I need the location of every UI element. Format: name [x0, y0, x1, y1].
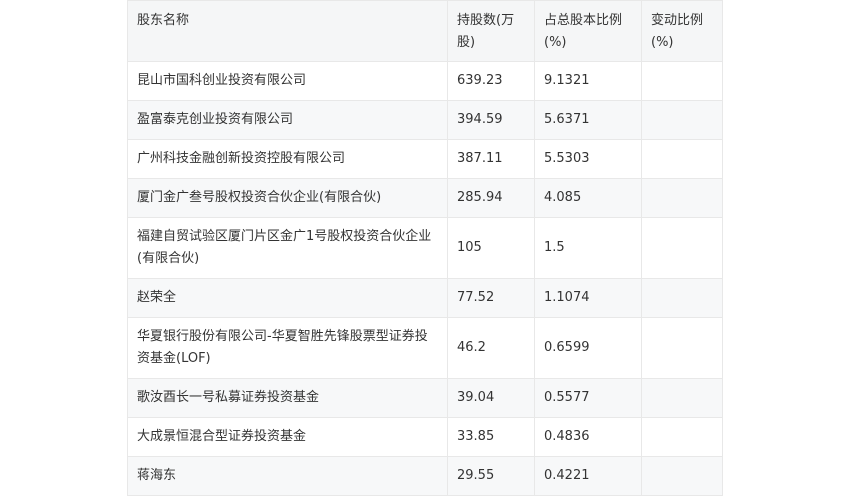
cell-ratio: 4.085	[534, 178, 642, 218]
cell-shareholder-name: 福建自贸试验区厦门片区金广1号股权投资合伙企业(有限合伙)	[127, 217, 448, 279]
table-row: 广州科技金融创新投资控股有限公司 387.11 5.5303	[127, 139, 723, 179]
cell-shares: 33.85	[447, 417, 535, 457]
header-shares: 持股数(万股)	[447, 0, 535, 62]
cell-shares: 77.52	[447, 278, 535, 318]
cell-change	[641, 100, 723, 140]
cell-ratio: 1.5	[534, 217, 642, 279]
cell-ratio: 9.1321	[534, 61, 642, 101]
cell-shareholder-name: 广州科技金融创新投资控股有限公司	[127, 139, 448, 179]
cell-change	[641, 139, 723, 179]
cell-shareholder-name: 赵荣全	[127, 278, 448, 318]
cell-shares: 639.23	[447, 61, 535, 101]
cell-shareholder-name: 大成景恒混合型证券投资基金	[127, 417, 448, 457]
table-row: 厦门金广叁号股权投资合伙企业(有限合伙) 285.94 4.085	[127, 178, 723, 218]
cell-shareholder-name: 华夏银行股份有限公司-华夏智胜先锋股票型证券投资基金(LOF)	[127, 317, 448, 379]
table-header-row: 股东名称 持股数(万股) 占总股本比例(%) 变动比例(%)	[127, 0, 723, 62]
cell-ratio: 0.5577	[534, 378, 642, 418]
table-row: 歌汝酉长一号私募证券投资基金 39.04 0.5577	[127, 378, 723, 418]
cell-ratio: 0.4836	[534, 417, 642, 457]
table-row: 华夏银行股份有限公司-华夏智胜先锋股票型证券投资基金(LOF) 46.2 0.6…	[127, 317, 723, 379]
table-row: 大成景恒混合型证券投资基金 33.85 0.4836	[127, 417, 723, 457]
cell-shares: 387.11	[447, 139, 535, 179]
cell-shareholder-name: 昆山市国科创业投资有限公司	[127, 61, 448, 101]
shareholder-table-container: 股东名称 持股数(万股) 占总股本比例(%) 变动比例(%) 昆山市国科创业投资…	[127, 0, 723, 496]
cell-shares: 394.59	[447, 100, 535, 140]
cell-shareholder-name: 歌汝酉长一号私募证券投资基金	[127, 378, 448, 418]
shareholder-table: 股东名称 持股数(万股) 占总股本比例(%) 变动比例(%) 昆山市国科创业投资…	[127, 0, 723, 496]
cell-ratio: 0.6599	[534, 317, 642, 379]
cell-ratio: 0.4221	[534, 456, 642, 496]
header-shareholder-name: 股东名称	[127, 0, 448, 62]
cell-shareholder-name: 蒋海东	[127, 456, 448, 496]
cell-shares: 46.2	[447, 317, 535, 379]
cell-change	[641, 317, 723, 379]
cell-shares: 105	[447, 217, 535, 279]
table-row: 盈富泰克创业投资有限公司 394.59 5.6371	[127, 100, 723, 140]
cell-change	[641, 178, 723, 218]
cell-change	[641, 417, 723, 457]
cell-shareholder-name: 盈富泰克创业投资有限公司	[127, 100, 448, 140]
cell-ratio: 5.6371	[534, 100, 642, 140]
cell-change	[641, 217, 723, 279]
cell-change	[641, 278, 723, 318]
cell-ratio: 1.1074	[534, 278, 642, 318]
table-row: 蒋海东 29.55 0.4221	[127, 456, 723, 496]
table-row: 赵荣全 77.52 1.1074	[127, 278, 723, 318]
header-ratio: 占总股本比例(%)	[534, 0, 642, 62]
cell-shares: 29.55	[447, 456, 535, 496]
header-change: 变动比例(%)	[641, 0, 723, 62]
cell-ratio: 5.5303	[534, 139, 642, 179]
cell-shares: 39.04	[447, 378, 535, 418]
table-row: 福建自贸试验区厦门片区金广1号股权投资合伙企业(有限合伙) 105 1.5	[127, 217, 723, 279]
table-row: 昆山市国科创业投资有限公司 639.23 9.1321	[127, 61, 723, 101]
cell-change	[641, 456, 723, 496]
cell-shareholder-name: 厦门金广叁号股权投资合伙企业(有限合伙)	[127, 178, 448, 218]
cell-change	[641, 378, 723, 418]
cell-shares: 285.94	[447, 178, 535, 218]
cell-change	[641, 61, 723, 101]
